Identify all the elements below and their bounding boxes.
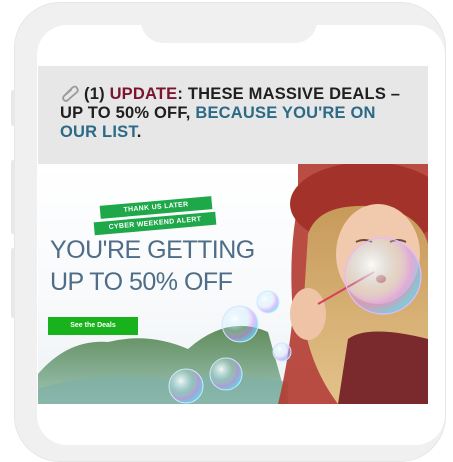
subject-count: (1) [84,85,110,103]
see-deals-button[interactable]: See the Deals [48,317,138,335]
phone-notch [141,13,317,43]
bubble [221,305,259,343]
email-subject-bar[interactable]: (1) UPDATE: THESE MASSIVE DEALS – UP TO … [38,66,428,164]
phone-side-button [11,248,15,318]
headline-line: UP TO 50% OFF [50,268,233,296]
headline-line: YOU'RE GETTING [50,236,255,264]
subject-period: . [136,123,142,141]
bubble [209,357,243,391]
hero-headline: YOU'RE GETTING UP TO 50% OFF [50,234,255,298]
subject-update-keyword: UPDATE [109,85,178,103]
phone-side-button [11,90,15,126]
bubble-large [344,237,422,315]
paperclip-icon [60,84,80,102]
phone-side-button [11,160,15,234]
hand-shape [290,288,326,340]
bubble [168,368,204,404]
hero-image: THANK US LATER CYBER WEEKEND ALERT YOU'R… [38,164,428,404]
bubble [256,290,280,314]
bubble [272,342,292,362]
